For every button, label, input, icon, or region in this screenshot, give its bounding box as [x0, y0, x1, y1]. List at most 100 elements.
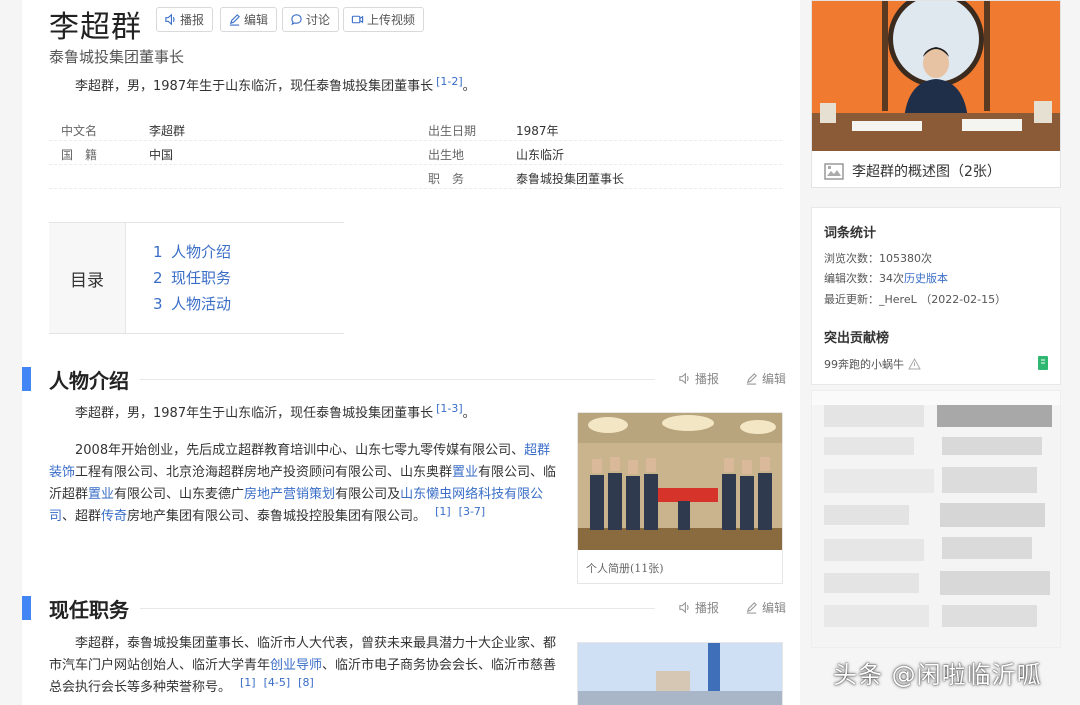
citation-link[interactable]: [1-2]	[436, 75, 463, 88]
section-marker	[22, 367, 31, 391]
speaker-icon	[679, 601, 689, 614]
image-gallery-icon	[824, 162, 844, 180]
history-version-link[interactable]: 历史版本	[904, 272, 948, 285]
speaker-icon	[165, 13, 175, 26]
toc-item-activities[interactable]: 3 人物活动	[153, 293, 231, 314]
paragraph-text: 、超群	[62, 509, 102, 524]
edit-label: 编辑	[762, 372, 787, 386]
speaker-icon	[679, 372, 689, 385]
section-title-position: 现任职务	[49, 598, 129, 622]
blurred-sidebar-content	[811, 390, 1061, 648]
info-label: 出生地	[428, 148, 465, 162]
citation-link[interactable]: [1]	[435, 505, 451, 518]
paragraph-text: 市汽车门户网站创始人、临沂大学青年	[49, 658, 271, 673]
paragraph-text: 2008年开始创业，先后成立超群教育培训中心、山东七零九零传媒有限公司、	[75, 443, 525, 458]
edit-button[interactable]: 编辑	[220, 7, 278, 32]
section-title-intro: 人物介绍	[49, 369, 129, 393]
paragraph-text: 李超群，男，1987年生于山东临沂，现任泰鲁城投集团董事长	[75, 406, 434, 421]
paragraph-text: 总会执行会长等多种荣誉称号。	[49, 680, 232, 695]
section-broadcast-button[interactable]: 播报	[678, 370, 719, 387]
contributor-item[interactable]: 99奔跑的小蜗牛	[824, 356, 921, 372]
pencil-icon	[229, 14, 240, 26]
info-value: 1987年	[516, 124, 559, 138]
page-title: 李超群	[49, 10, 142, 45]
citation-link[interactable]: [1]	[240, 676, 256, 689]
summary-photo-card[interactable]: 李超群的概述图（2张）	[811, 0, 1061, 188]
broadcast-label: 播报	[180, 13, 205, 27]
toc-label: 人物活动	[171, 295, 232, 313]
citation-link[interactable]: [1-3]	[436, 402, 463, 415]
portrait-photo-image	[812, 1, 1060, 151]
inline-link[interactable]: 创业导师	[270, 658, 322, 673]
upload-video-button[interactable]: 上传视频	[343, 7, 425, 32]
paragraph-text: 工程有限公司、北京沧海超群房地产投资顾问有限公司、山东奥群	[75, 465, 453, 480]
edits-count: 编辑次数：34次历史版本	[824, 270, 948, 286]
citation-link[interactable]: [3-7]	[459, 505, 486, 518]
inline-link[interactable]: 房地产营销策划	[244, 487, 335, 502]
toc-heading: 目录	[49, 223, 126, 333]
inline-link[interactable]: 装饰	[49, 465, 75, 480]
summary-end: 。	[462, 79, 476, 94]
intro-image-card[interactable]: 个人简册(11张)	[577, 412, 783, 584]
summary-text: 李超群，男，1987年生于山东临沂，现任泰鲁城投集团董事长	[75, 79, 434, 94]
section-divider	[140, 379, 655, 380]
contrib-title: 突出贡献榜	[824, 331, 890, 346]
photo-caption-link[interactable]: 李超群的概述图（2张）	[824, 161, 1001, 181]
paragraph-text: 、临沂市电子商务协会会长、临沂市慈善	[322, 658, 557, 673]
section-broadcast-button[interactable]: 播报	[678, 599, 719, 616]
inline-link[interactable]: 超群	[524, 443, 550, 458]
inline-link[interactable]: 置业	[88, 487, 114, 502]
section-divider	[140, 608, 655, 609]
inline-link[interactable]: 山东懒虫网络科技有限公	[400, 487, 543, 502]
broadcast-label: 播报	[695, 601, 720, 615]
stats-title: 词条统计	[824, 226, 877, 241]
toc-item-position[interactable]: 2 现任职务	[153, 267, 231, 288]
toc-number: 1	[153, 243, 163, 261]
broadcast-button[interactable]: 播报	[156, 7, 214, 32]
basic-info-table: 中文名 李超群 出生日期 1987年 国 籍 中国 出生地 山东临沂 职 务 泰…	[49, 117, 782, 189]
pencil-icon	[746, 602, 757, 614]
inline-link[interactable]: 司	[49, 509, 62, 524]
citation-link[interactable]: [8]	[298, 676, 314, 689]
intro-paragraph-2: 2008年开始创业，先后成立超群教育培训中心、山东七零九零传媒有限公司、超群 装…	[49, 440, 559, 528]
toc-item-intro[interactable]: 1 人物介绍	[153, 241, 231, 262]
edits-text: 编辑次数：34次	[824, 272, 904, 285]
watermark-text: 头条 @闲啦临沂呱	[833, 661, 1042, 689]
section-edit-button[interactable]: 编辑	[745, 370, 786, 387]
toc-number: 2	[153, 269, 163, 287]
info-value: 山东临沂	[516, 148, 565, 162]
info-value: 李超群	[149, 124, 186, 138]
toc-number: 3	[153, 295, 163, 313]
citation-link[interactable]: [4-5]	[264, 676, 291, 689]
table-of-contents: 目录 1 人物介绍 2 现任职务 3 人物活动	[49, 222, 344, 334]
inline-link[interactable]: 传奇	[101, 509, 127, 524]
toc-label: 现任职务	[171, 269, 232, 287]
discuss-button[interactable]: 讨论	[282, 7, 340, 32]
paragraph-end: 。	[462, 406, 476, 421]
info-row: 中文名 李超群 出生日期 1987年	[49, 117, 782, 141]
contributor-name: 99奔跑的小蜗牛	[824, 358, 904, 371]
intro-paragraph-1: 李超群，男，1987年生于山东临沂，现任泰鲁城投集团董事长 [1-3]。	[75, 403, 476, 425]
position-image-card[interactable]	[577, 642, 783, 705]
paragraph-text: 李超群，泰鲁城投集团董事长、临沂市人大代表，曾获未来最具潜力十大企业家、都	[75, 636, 557, 651]
info-row: 国 籍 中国 出生地 山东临沂	[49, 141, 782, 165]
edit-label: 编辑	[762, 601, 787, 615]
info-row: 职 务 泰鲁城投集团董事长	[49, 165, 782, 189]
section-edit-button[interactable]: 编辑	[745, 599, 786, 616]
nationality-link[interactable]: 中国	[149, 146, 173, 163]
info-label: 职 务	[428, 172, 465, 186]
video-camera-icon	[351, 15, 364, 24]
photo-caption-text: 李超群的概述图（2张）	[852, 164, 1001, 180]
paragraph-text: 有限公司及	[335, 487, 401, 502]
inline-link[interactable]: 置业	[452, 465, 478, 480]
edit-label: 编辑	[244, 13, 269, 27]
image-caption: 个人简册(11张)	[586, 562, 664, 575]
page-subtitle: 泰鲁城投集团董事长	[49, 48, 185, 66]
info-label: 中文名	[61, 124, 98, 138]
bookmark-icon[interactable]	[1037, 356, 1049, 370]
views-count: 浏览次数：105380次	[824, 252, 932, 265]
section-marker	[22, 596, 31, 620]
paragraph-text: 有限公司、山东麦德广	[114, 487, 245, 502]
info-label: 国 籍	[61, 148, 98, 162]
group-photo-image	[578, 413, 782, 550]
